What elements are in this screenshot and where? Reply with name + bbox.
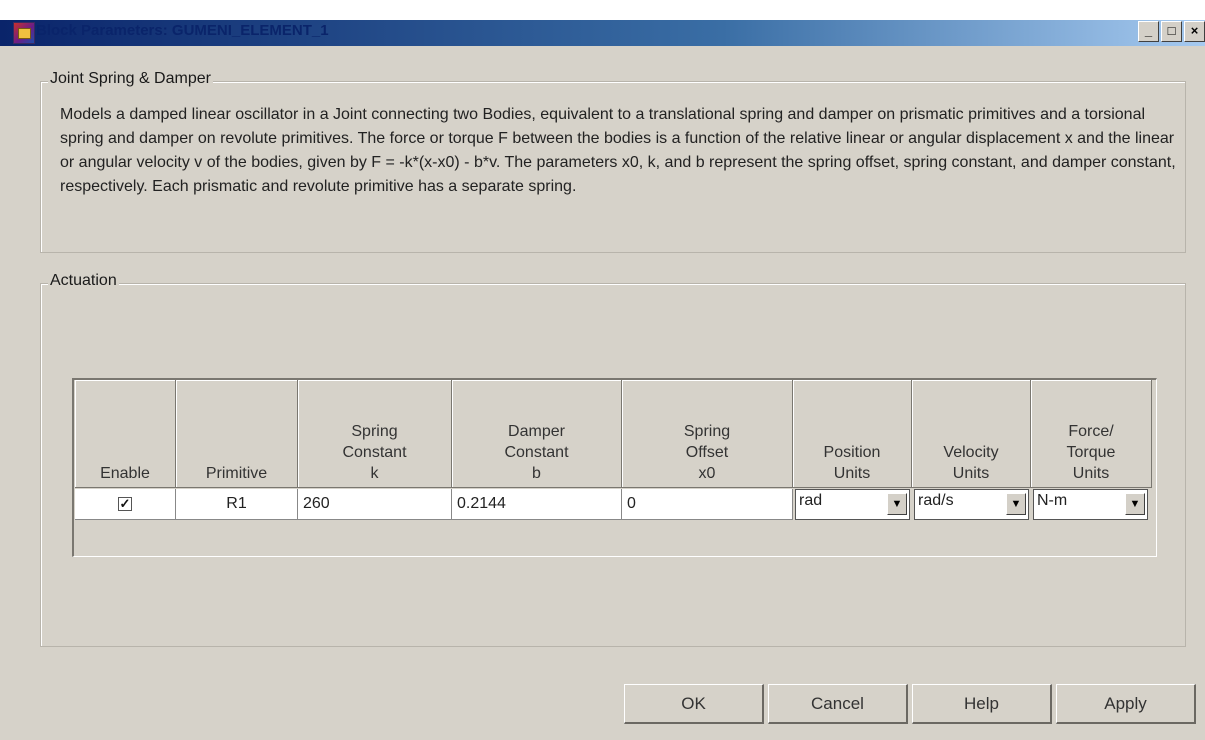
header-line: Constant bbox=[342, 444, 407, 461]
actuation-group-legend: Actuation bbox=[48, 272, 119, 290]
column-header-spring-constant: Spring Constant k bbox=[298, 380, 452, 488]
spring-offset-field[interactable]: 0 bbox=[622, 489, 793, 520]
description-group-legend: Joint Spring & Damper bbox=[48, 70, 213, 88]
primitive-cell: R1 bbox=[176, 489, 298, 520]
column-header-force-torque-units: Force/ Torque Units bbox=[1031, 380, 1152, 488]
header-line: Units bbox=[952, 465, 990, 482]
spring-constant-field[interactable]: 260 bbox=[298, 489, 452, 520]
enable-cell: ✓ bbox=[75, 489, 176, 520]
header-line: Position bbox=[823, 444, 881, 461]
window-title: Block Parameters: GUMENI_ELEMENT_1 bbox=[36, 22, 329, 39]
block-description: Models a damped linear oscillator in a J… bbox=[60, 106, 1176, 195]
cancel-button[interactable]: Cancel bbox=[768, 684, 908, 724]
enable-checkbox[interactable]: ✓ bbox=[118, 497, 132, 511]
header-line: Spring bbox=[351, 423, 398, 440]
ok-button[interactable]: OK bbox=[624, 684, 764, 724]
minimize-button[interactable]: _ bbox=[1138, 21, 1159, 42]
header-line: b bbox=[532, 465, 541, 482]
velocity-units-select[interactable]: rad/s ▼ bbox=[914, 489, 1029, 520]
title-bar: Block Parameters: GUMENI_ELEMENT_1 _ □ × bbox=[0, 0, 1205, 46]
header-line: Units bbox=[833, 465, 871, 482]
force-torque-units-select[interactable]: N-m ▼ bbox=[1033, 489, 1148, 520]
position-units-value: rad bbox=[799, 492, 823, 509]
chevron-down-icon[interactable]: ▼ bbox=[887, 493, 907, 515]
column-header-spring-offset: Spring Offset x0 bbox=[622, 380, 793, 488]
header-line: Force/ bbox=[1068, 423, 1114, 440]
damper-constant-field[interactable]: 0.2144 bbox=[452, 489, 622, 520]
column-header-primitive: Primitive bbox=[176, 380, 298, 488]
position-units-select[interactable]: rad ▼ bbox=[795, 489, 910, 520]
column-header-velocity-units: Velocity Units bbox=[912, 380, 1031, 488]
header-line: Spring bbox=[683, 423, 731, 440]
header-line: Constant bbox=[504, 444, 569, 461]
simulink-block-icon bbox=[13, 22, 35, 44]
chevron-down-icon[interactable]: ▼ bbox=[1125, 493, 1145, 515]
column-header-position-units: Position Units bbox=[793, 380, 912, 488]
window-controls: _ □ × bbox=[1138, 21, 1205, 42]
header-line: Torque bbox=[1066, 444, 1116, 461]
maximize-button[interactable]: □ bbox=[1161, 21, 1182, 42]
force-torque-units-value: N-m bbox=[1037, 492, 1068, 509]
header-line: x0 bbox=[698, 465, 716, 482]
column-header-damper-constant: Damper Constant b bbox=[452, 380, 622, 488]
header-line: Units bbox=[1072, 465, 1110, 482]
header-line: Enable bbox=[100, 465, 150, 482]
close-button[interactable]: × bbox=[1184, 21, 1205, 42]
header-line: k bbox=[370, 465, 379, 482]
header-line: Offset bbox=[685, 444, 729, 461]
help-button[interactable]: Help bbox=[912, 684, 1052, 724]
chevron-down-icon[interactable]: ▼ bbox=[1006, 493, 1026, 515]
header-line: Velocity bbox=[943, 444, 999, 461]
header-line: Damper bbox=[508, 423, 565, 440]
apply-button[interactable]: Apply bbox=[1056, 684, 1196, 724]
velocity-units-value: rad/s bbox=[918, 492, 954, 509]
column-header-enable: Enable bbox=[75, 380, 176, 488]
header-line: Primitive bbox=[205, 465, 268, 482]
